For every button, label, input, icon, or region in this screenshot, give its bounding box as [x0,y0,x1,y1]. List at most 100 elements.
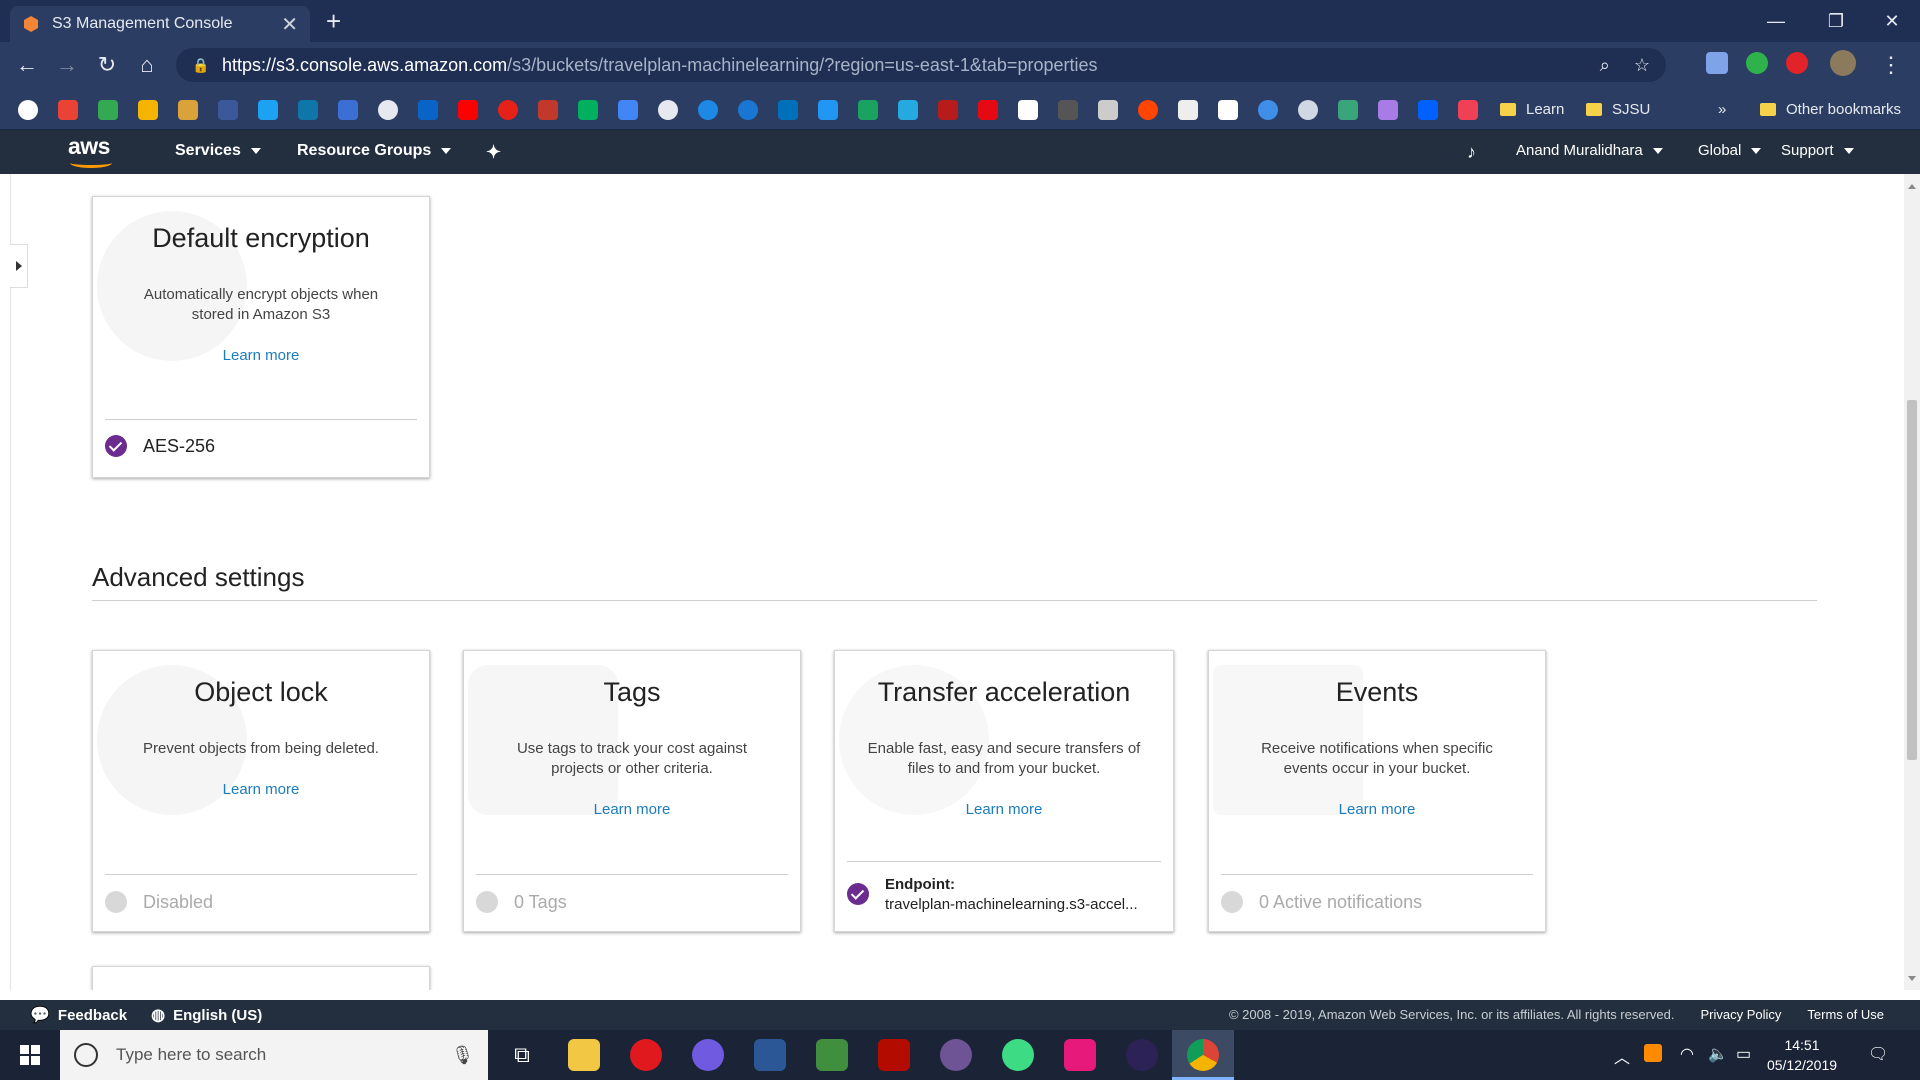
volume-icon[interactable]: 🔈 [1708,1044,1728,1064]
intellij-icon[interactable] [1064,1039,1096,1071]
zoom-icon[interactable]: ⌕ [1600,55,1610,76]
bookmark-star-icon[interactable]: ☆ [1634,55,1650,76]
default-encryption-card[interactable]: Default encryption Automatically encrypt… [92,196,430,478]
github-bookmark-icon[interactable] [378,100,398,120]
browser-tab-s3[interactable]: S3 Management Console ✕ [10,6,310,42]
file-explorer-icon[interactable] [568,1039,600,1071]
extension-green-icon[interactable] [1746,52,1768,74]
learn-more-link[interactable]: Learn more [835,801,1173,818]
new-tab-button[interactable]: + [326,6,341,36]
bookmark-icon[interactable] [1338,100,1358,120]
services-menu[interactable]: Services [175,142,261,160]
gmail-bookmark-icon[interactable] [58,100,78,120]
language-selector[interactable]: ◍ English (US) [151,1005,262,1025]
opera-icon[interactable] [630,1039,662,1071]
microphone-icon[interactable]: 🎙 [451,1045,474,1066]
outlook-bookmark-icon[interactable] [418,100,438,120]
bookmark-icon[interactable] [898,100,918,120]
pin-icon[interactable]: ✦ [486,142,501,163]
windows-start-button[interactable] [0,1030,60,1080]
wifi-icon[interactable]: ◠ [1680,1044,1694,1064]
learn-more-link[interactable]: Learn more [93,347,429,364]
bookmark-icon[interactable] [858,100,878,120]
page-scrollbar[interactable] [1904,174,1920,990]
back-icon[interactable]: ← [12,50,42,80]
terms-of-use-link[interactable]: Terms of Use [1807,1007,1884,1022]
paypal-bookmark-icon[interactable] [778,100,798,120]
restore-window-icon[interactable]: ❐ [1806,0,1866,42]
tray-chevron-icon[interactable]: ︿ [1614,1044,1630,1068]
bookmark-icon[interactable] [178,100,198,120]
bookmark-icon[interactable] [1178,100,1198,120]
word-icon[interactable] [754,1039,786,1071]
tags-card[interactable]: Tags Use tags to track your cost against… [463,650,801,932]
mail-extension-icon[interactable] [1706,52,1728,74]
profile-avatar[interactable] [1830,50,1856,76]
facebook-bookmark-icon[interactable] [218,100,238,120]
chrome-menu-icon[interactable]: ⋮ [1876,50,1906,80]
extension-red-icon[interactable] [1786,52,1808,74]
tray-app-icon[interactable] [1644,1044,1662,1062]
sidebar-expand-button[interactable] [10,244,28,288]
bookmark-icon[interactable] [938,100,958,120]
twitter-bookmark-icon[interactable] [258,100,278,120]
address-bar[interactable]: 🔒 https://s3.console.aws.amazon.com/s3/b… [176,48,1666,82]
bookmark-icon[interactable] [698,100,718,120]
bookmark-icon[interactable] [618,100,638,120]
feedback-button[interactable]: 💬 Feedback [30,1005,127,1025]
bookmark-icon[interactable] [1378,100,1398,120]
reddit-bookmark-icon[interactable] [1138,100,1158,120]
bookmark-icon[interactable] [338,100,358,120]
battery-icon[interactable]: ▭ [1736,1044,1751,1064]
keep-bookmark-icon[interactable] [138,100,158,120]
learn-more-link[interactable]: Learn more [1209,801,1545,818]
drive-bookmark-icon[interactable] [98,100,118,120]
region-menu[interactable]: Global [1698,142,1762,159]
bookmark-icon[interactable] [498,100,518,120]
bookmark-folder-learn[interactable]: Learn [1500,98,1564,120]
support-menu[interactable]: Support [1781,142,1854,159]
scroll-up-icon[interactable] [1908,184,1916,189]
chrome-taskbar-button[interactable] [1172,1030,1234,1080]
youtube-bookmark-icon[interactable] [458,100,478,120]
privacy-policy-link[interactable]: Privacy Policy [1701,1007,1782,1022]
scrollbar-thumb[interactable] [1907,400,1917,760]
bell-icon[interactable]: ♪ [1467,142,1476,163]
user-menu[interactable]: Anand Muralidhara [1516,142,1663,159]
bookmarks-overflow-icon[interactable]: » [1718,98,1726,120]
bookmark-folder-sjsu[interactable]: SJSU [1586,98,1650,120]
steam-bookmark-icon[interactable] [1298,100,1318,120]
bookmark-icon[interactable] [818,100,838,120]
other-bookmarks[interactable]: Other bookmarks [1760,98,1901,120]
action-center-icon[interactable]: 🗨 [1868,1044,1888,1064]
dropbox-bookmark-icon[interactable] [1418,100,1438,120]
forward-icon[interactable]: → [52,50,82,80]
scroll-down-icon[interactable] [1908,976,1916,981]
object-lock-card[interactable]: Object lock Prevent objects from being d… [92,650,430,932]
linkedin-bookmark-icon[interactable] [298,100,318,120]
task-view-icon[interactable]: ⧉ [506,1039,538,1071]
eclipse-icon[interactable] [1126,1039,1158,1071]
system-clock[interactable]: 14:51 05/12/2019 [1762,1035,1842,1075]
bookmark-icon[interactable] [658,100,678,120]
close-window-icon[interactable]: ✕ [1862,0,1920,42]
resource-groups-menu[interactable]: Resource Groups [297,142,452,160]
google-bookmark-icon[interactable] [18,100,38,120]
aws-logo[interactable]: aws [68,134,114,170]
bookmark-icon[interactable] [1098,100,1118,120]
next-settings-card[interactable] [92,966,430,990]
tab-close-icon[interactable]: ✕ [281,12,298,37]
android-studio-icon[interactable] [1002,1039,1034,1071]
github-desktop-icon[interactable] [940,1039,972,1071]
app-icon[interactable] [816,1039,848,1071]
home-icon[interactable]: ⌂ [132,50,162,80]
bookmark-icon[interactable] [538,100,558,120]
events-card[interactable]: Events Receive notifications when specif… [1208,650,1546,932]
app-icon[interactable] [692,1039,724,1071]
learn-more-link[interactable]: Learn more [93,781,429,798]
minimize-window-icon[interactable]: — [1746,0,1806,42]
bookmark-icon[interactable] [738,100,758,120]
transfer-acceleration-card[interactable]: Transfer acceleration Enable fast, easy … [834,650,1174,932]
amazon-bookmark-icon[interactable] [1218,100,1238,120]
play-bookmark-icon[interactable] [578,100,598,120]
